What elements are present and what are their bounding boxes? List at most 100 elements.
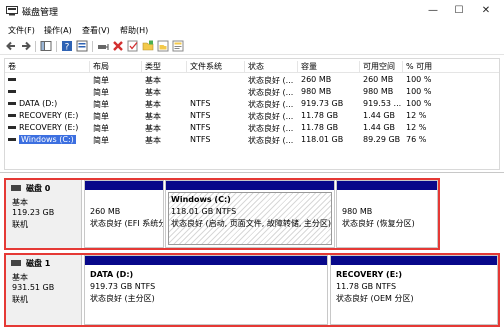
free-space-cell: 919.53 ... [363,99,402,108]
column-header-capacity[interactable]: 容量 [298,61,360,72]
layout-cell: 简单 [93,76,109,85]
type-cell: 基本 [145,88,161,97]
type-cell: 基本 [145,76,161,85]
partition-size: 11.78 GB NTFS [336,282,397,291]
table-row[interactable]: RECOVERY (E:) 简单 基本 NTFS 状态良好 (... 11.78… [5,122,499,134]
folder-open-icon[interactable] [157,40,169,52]
column-header-status[interactable]: 状态 [245,61,298,72]
disk-0-label[interactable]: 磁盘 0 基本 119.23 GB 联机 [6,180,82,248]
partition-title: RECOVERY (E:) [336,270,403,279]
title-bar: 磁盘管理 — ☐ ✕ [0,0,504,22]
table-row[interactable]: RECOVERY (E:) 简单 基本 NTFS 状态良好 (... 11.78… [5,110,499,122]
layout-cell: 简单 [93,112,109,121]
delete-icon[interactable] [112,40,124,52]
toolbar-separator [56,41,57,52]
partition-bar [331,256,497,265]
disk-status: 联机 [12,295,28,304]
filesystem-cell: NTFS [190,99,211,108]
svg-text:?: ? [65,43,70,53]
disk-type: 基本 [12,273,28,282]
type-cell: 基本 [145,100,161,109]
partition-data-d[interactable]: DATA (D:) 919.73 GB NTFS 状态良好 (主分区) [84,255,328,325]
column-header-type[interactable]: 类型 [142,61,187,72]
new-folder-icon[interactable] [142,40,154,52]
type-cell: 基本 [145,112,161,121]
table-row[interactable]: DATA (D:) 简单 基本 NTFS 状态良好 (... 919.73 GB… [5,98,499,110]
properties-sheet-icon[interactable] [172,40,184,52]
volume-name-cell: RECOVERY (E:) [8,111,78,120]
percent-free-cell: 12 % [406,111,427,120]
volume-name-cell: RECOVERY (E:) [8,123,78,132]
volume-name-cell [8,87,19,96]
close-button[interactable]: ✕ [477,3,495,17]
partition-recovery[interactable]: 980 MB 状态良好 (恢复分区) [336,180,438,248]
partition-title: DATA (D:) [90,270,134,279]
menu-help[interactable]: 帮助(H) [120,25,148,36]
menu-bar: 文件(F) 操作(A) 查看(V) 帮助(H) [0,22,504,38]
maximize-button[interactable]: ☐ [450,3,468,17]
connect-disk-icon[interactable] [97,40,109,52]
percent-free-cell: 76 % [406,135,427,144]
table-row-selected[interactable]: Windows (C:) 简单 基本 NTFS 状态良好 (... 118.01… [5,134,499,146]
partition-status: 状态良好 (恢复分区) [342,219,415,228]
volume-list-header: 卷 布局 类型 文件系统 状态 容量 可用空间 % 可用 [5,59,499,73]
toolbar-separator [35,41,36,52]
disk-management-app-icon [6,6,18,16]
percent-free-cell: 100 % [406,99,432,108]
free-space-cell: 260 MB [363,75,394,84]
disk-status: 联机 [12,220,28,229]
column-header-volume[interactable]: 卷 [5,61,90,72]
volume-name-cell: DATA (D:) [8,99,57,108]
menu-view[interactable]: 查看(V) [82,25,110,36]
column-header-percent-free[interactable]: % 可用 [403,61,499,72]
partition-recovery-e[interactable]: RECOVERY (E:) 11.78 GB NTFS 状态良好 (OEM 分区… [330,255,498,325]
partition-status: 状态良好 (主分区) [90,294,155,303]
console-tree-icon[interactable] [40,40,52,52]
disk-1-label[interactable]: 磁盘 1 基本 931.51 GB 联机 [6,255,82,325]
window-title: 磁盘管理 [22,8,59,18]
column-header-free-space[interactable]: 可用空间 [360,61,403,72]
menu-action[interactable]: 操作(A) [44,25,72,36]
free-space-cell: 1.44 GB [363,111,396,120]
status-cell: 状态良好 (... [248,88,294,97]
status-cell: 状态良好 (... [248,124,294,133]
partition-bar [85,256,327,265]
volume-icon [8,138,16,141]
disk-map-panel: 磁盘 0 基本 119.23 GB 联机 260 MB 状态良好 (EFI 系统… [0,172,504,329]
partition-size: 260 MB [90,207,121,216]
volume-icon [8,102,16,105]
volume-list: 卷 布局 类型 文件系统 状态 容量 可用空间 % 可用 简单 基本 状态良好 … [4,58,500,170]
volume-icon [8,90,16,93]
layout-cell: 简单 [93,124,109,133]
status-cell: 状态良好 (... [248,100,294,109]
status-cell: 状态良好 (... [248,76,294,85]
filesystem-cell: NTFS [190,135,211,144]
forward-icon[interactable] [20,40,32,52]
column-header-layout[interactable]: 布局 [90,61,142,72]
table-row[interactable]: 简单 基本 状态良好 (... 260 MB 260 MB 100 % [5,74,499,86]
toolbar-separator [92,41,93,52]
partition-windows-c[interactable]: Windows (C:) 118.01 GB NTFS 状态良好 (启动, 页面… [165,180,335,248]
volume-icon [8,126,16,129]
minimize-button[interactable]: — [424,3,442,17]
properties-icon[interactable] [76,40,88,52]
back-icon[interactable] [5,40,17,52]
percent-free-cell: 12 % [406,123,427,132]
menu-file[interactable]: 文件(F) [8,25,35,36]
help-icon[interactable]: ? [61,40,73,52]
partition-size: 118.01 GB NTFS [171,207,237,216]
type-cell: 基本 [145,124,161,133]
partition-title: Windows (C:) [171,195,231,204]
volume-name-cell: Windows (C:) [8,135,76,144]
partition-bar [166,181,334,190]
table-row[interactable]: 简单 基本 状态良好 (... 980 MB 980 MB 100 % [5,86,499,98]
partition-status: 状态良好 (启动, 页面文件, 故障转储, 主分区) [171,219,332,228]
partition-efi[interactable]: 260 MB 状态良好 (EFI 系统分 [84,180,164,248]
partition-bar [85,181,163,190]
partition-status: 状态良好 (EFI 系统分 [90,219,164,228]
partition-size: 980 MB [342,207,373,216]
free-space-cell: 980 MB [363,87,394,96]
check-icon[interactable] [127,40,139,52]
column-header-filesystem[interactable]: 文件系统 [187,61,245,72]
selected-volume-name: Windows (C:) [19,135,76,144]
